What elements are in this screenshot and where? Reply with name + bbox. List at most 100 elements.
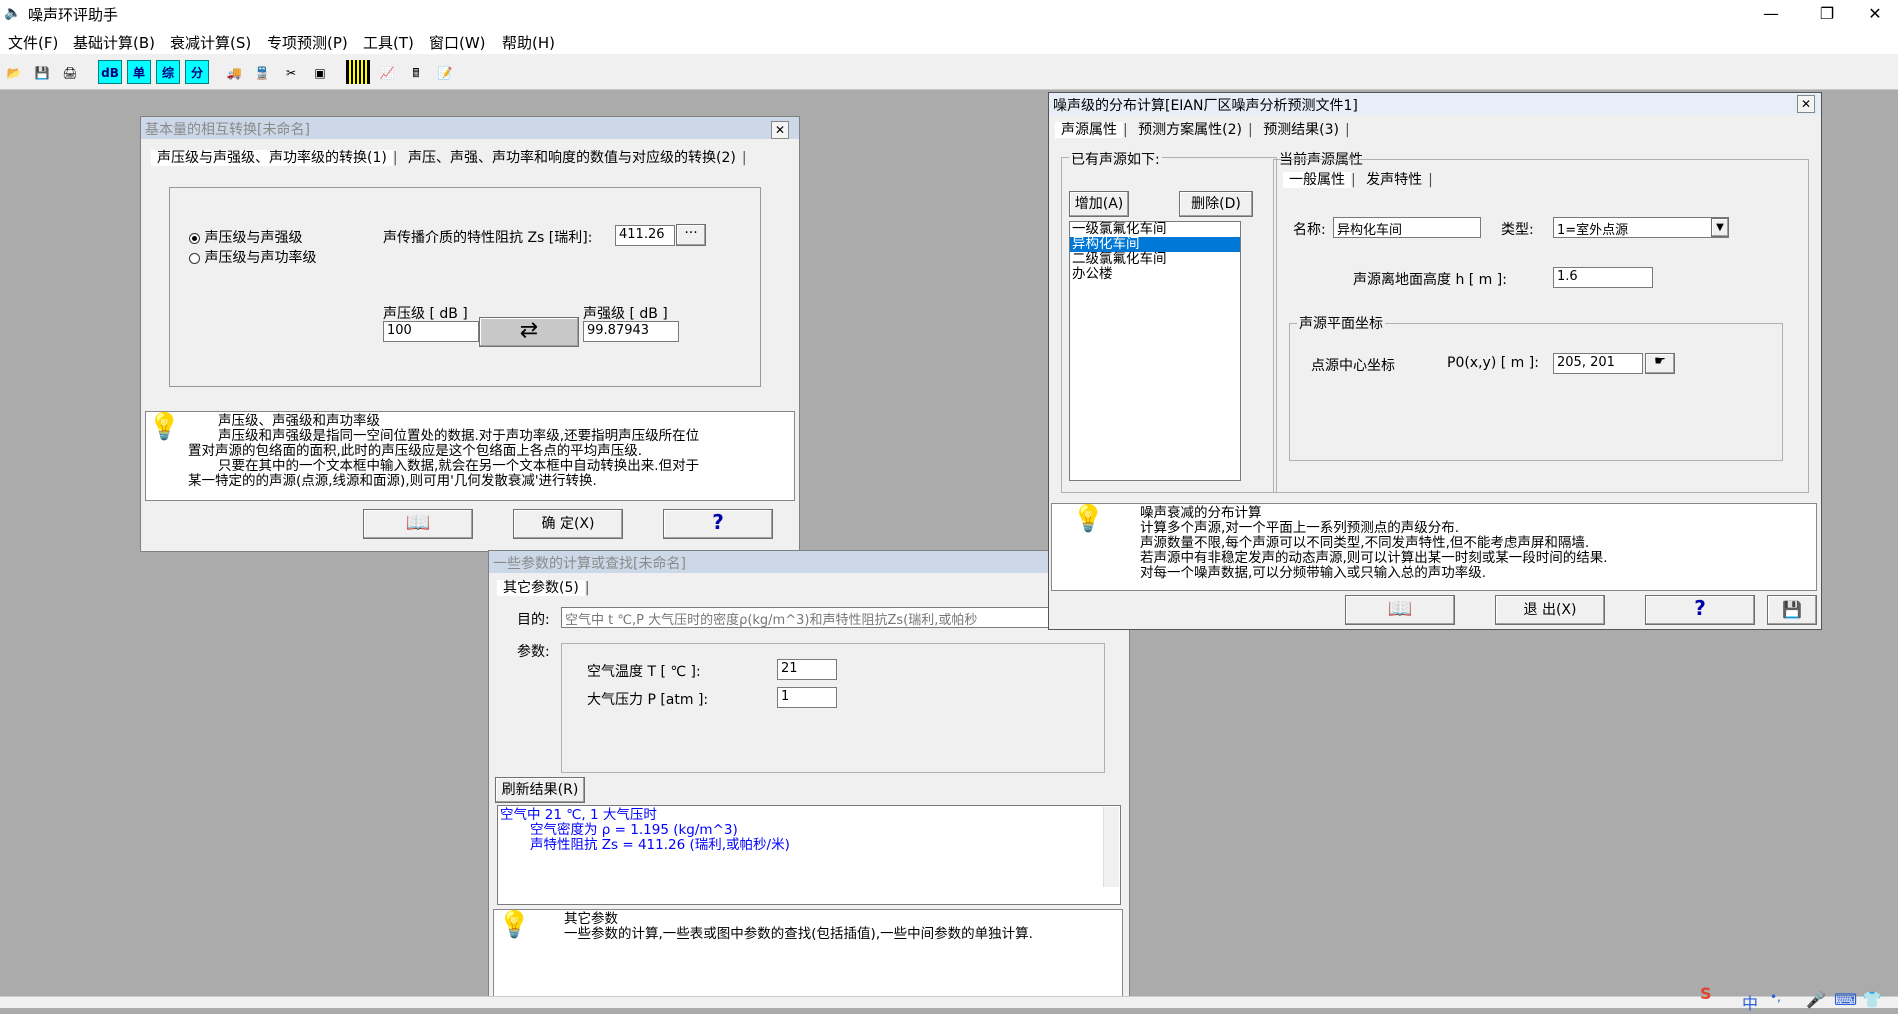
- refresh-button[interactable]: 刷新结果(R): [495, 777, 585, 803]
- menu-basic-calc[interactable]: 基础计算(B): [73, 32, 155, 53]
- book-icon[interactable]: 📖: [363, 509, 473, 539]
- exit-button[interactable]: 退 出(X): [1495, 595, 1605, 625]
- book-icon[interactable]: 📖: [1345, 595, 1455, 625]
- hint-line: 计算多个声源,对一个平面上一系列预测点的声级分布.: [1140, 520, 1460, 536]
- source-list[interactable]: 一级氯氟化车间 异构化车间 二级氯氟化车间 办公楼: [1069, 221, 1241, 481]
- calculator-icon[interactable]: 🖩: [404, 60, 428, 84]
- dialog-title: 一些参数的计算或查找[未命名]: [489, 551, 1129, 573]
- list-item[interactable]: 办公楼: [1070, 267, 1240, 282]
- menu-attenuation[interactable]: 衰减计算(S): [170, 32, 251, 53]
- mic-icon[interactable]: 🎤: [1806, 990, 1826, 1009]
- close-button[interactable]: ✕: [1852, 0, 1898, 28]
- list-item[interactable]: 二级氯氟化车间: [1070, 252, 1240, 267]
- help-icon[interactable]: ?: [1645, 595, 1755, 625]
- save-icon[interactable]: 💾: [30, 60, 54, 84]
- menu-file[interactable]: 文件(F): [8, 32, 58, 53]
- height-label: 声源离地面高度 h [ m ]:: [1353, 272, 1507, 288]
- chevron-down-icon[interactable]: ▼: [1711, 218, 1729, 237]
- open-icon[interactable]: 📂: [2, 60, 26, 84]
- impedance-field[interactable]: 411.26: [615, 225, 675, 246]
- coord-group-label: 声源平面坐标: [1297, 313, 1385, 333]
- tab-sound-character[interactable]: 发声特性: [1360, 172, 1428, 188]
- hint-line: 对每一个噪声数据,可以分频带输入或只输入总的声功率级.: [1140, 565, 1487, 581]
- menu-special[interactable]: 专项预测(P): [267, 32, 348, 53]
- result-line: 空气密度为 ρ = 1.195 (kg/m^3): [530, 822, 738, 838]
- tab-other-params[interactable]: 其它参数(5): [497, 580, 585, 596]
- train-icon[interactable]: 🚆: [250, 60, 274, 84]
- restore-button[interactable]: ❐: [1804, 0, 1850, 28]
- list-item[interactable]: 异构化车间: [1070, 237, 1240, 252]
- grid-icon[interactable]: [346, 60, 370, 84]
- tab-general[interactable]: 一般属性: [1283, 172, 1351, 188]
- type-label: 类型:: [1501, 222, 1534, 238]
- purpose-field: 空气中 t ℃,P 大气压时的密度ρ(kg/m^3)和声特性阻抗Zs(瑞利,或帕…: [561, 607, 1121, 628]
- tab-numeric-level[interactable]: 声压、声强、声功率和响度的数值与对应级的转换(2): [402, 150, 742, 166]
- title-bar: 🔈 噪声环评助手 — ❐ ✕: [0, 0, 1898, 28]
- punct-icon[interactable]: •,: [1770, 990, 1781, 1004]
- split-button[interactable]: 分: [185, 60, 209, 84]
- type-select[interactable]: 1=室外点源: [1553, 217, 1729, 238]
- tab-spl-sil[interactable]: 声压级与声强级、声功率级的转换(1): [151, 150, 393, 166]
- sogou-icon[interactable]: S: [1700, 984, 1712, 1003]
- truck-icon[interactable]: 🚚: [222, 60, 246, 84]
- menu-help[interactable]: 帮助(H): [502, 32, 555, 53]
- toolbar: 📂 💾 🖨 dB 单 综 分 🚚 🚆 ✂ ▣ 📈 🖩 📝: [0, 54, 1898, 90]
- shirt-icon[interactable]: 👕: [1862, 990, 1882, 1009]
- combined-button[interactable]: 综: [156, 60, 180, 84]
- notepad-icon[interactable]: 📝: [433, 60, 457, 84]
- ok-button[interactable]: 确 定(X): [513, 509, 623, 539]
- hint-line: 声源数量不限,每个声源可以不同类型,不同发声特性,但不能考虑声屏和隔墙.: [1140, 535, 1590, 551]
- menu-tools[interactable]: 工具(T): [363, 32, 414, 53]
- close-icon[interactable]: ✕: [1797, 95, 1815, 113]
- spl-field[interactable]: 100: [383, 321, 479, 342]
- radio-spl-sil[interactable]: 声压级与声强级: [189, 227, 302, 247]
- delete-source-button[interactable]: 删除(D): [1179, 191, 1253, 217]
- db-button[interactable]: dB: [98, 60, 122, 84]
- ime-mode[interactable]: 中: [1742, 990, 1758, 1014]
- coord-field[interactable]: 205, 201: [1553, 353, 1643, 374]
- chart-icon[interactable]: ▣: [308, 60, 332, 84]
- name-label: 名称:: [1293, 222, 1326, 238]
- hand-pointer-icon[interactable]: ☛: [1645, 353, 1675, 374]
- close-icon[interactable]: ✕: [771, 121, 789, 139]
- print-icon[interactable]: 🖨: [58, 60, 82, 84]
- hint-line: 噪声衰减的分布计算: [1140, 505, 1262, 521]
- result-line: 空气中 21 ℃, 1 大气压时: [500, 807, 657, 823]
- pressure-field[interactable]: 1: [777, 687, 837, 708]
- add-source-button[interactable]: 增加(A): [1069, 191, 1129, 217]
- line-chart-icon[interactable]: 📈: [375, 60, 399, 84]
- name-field[interactable]: 异构化车间: [1333, 217, 1481, 238]
- sil-field[interactable]: 99.87943: [583, 321, 679, 342]
- result-box: 空气中 21 ℃, 1 大气压时 空气密度为 ρ = 1.195 (kg/m^3…: [497, 805, 1121, 905]
- hint-line: 置对声源的包络面的面积,此时的声压级应是这个包络面上各点的平均声压级.: [188, 443, 643, 459]
- lightbulb-icon: 💡: [1072, 504, 1105, 534]
- convert-arrows-icon[interactable]: ⇄: [479, 317, 579, 347]
- minimize-button[interactable]: —: [1748, 0, 1794, 28]
- hint-panel: 💡 其它参数 一些参数的计算,一些表或图中参数的查找(包括插值),一些中间参数的…: [493, 909, 1123, 1005]
- hint-panel: 💡 噪声衰减的分布计算 计算多个声源,对一个平面上一系列预测点的声级分布. 声源…: [1051, 503, 1817, 591]
- impedance-label: 声传播介质的特性阻抗 Zs [瑞利]:: [383, 230, 593, 246]
- scrollbar[interactable]: [1103, 807, 1119, 887]
- height-field[interactable]: 1.6: [1553, 267, 1653, 288]
- scissors-icon[interactable]: ✂: [279, 60, 303, 84]
- keyboard-icon[interactable]: ⌨: [1834, 990, 1857, 1009]
- list-item[interactable]: 一级氯氟化车间: [1070, 222, 1240, 237]
- radio-spl-swl[interactable]: 声压级与声功率级: [189, 247, 316, 267]
- tab-results[interactable]: 预测结果(3): [1257, 122, 1345, 138]
- menu-window[interactable]: 窗口(W): [429, 32, 486, 53]
- tab-source-props[interactable]: 声源属性: [1055, 122, 1123, 138]
- temp-field[interactable]: 21: [777, 659, 837, 680]
- tab-scheme-props[interactable]: 预测方案属性(2): [1132, 122, 1248, 138]
- hint-line: 声压级和声强级是指同一空间位置处的数据.对于声功率级,还要指明声压级所在位: [218, 428, 700, 444]
- dialog-title: 基本量的相互转换[未命名]: [141, 117, 799, 139]
- coord-group: [1289, 323, 1783, 461]
- hint-line: 某一特定的的声源(点源,线源和面源),则可用'几何发散衰减'进行转换.: [188, 473, 597, 489]
- help-icon[interactable]: ?: [663, 509, 773, 539]
- browse-button[interactable]: ···: [676, 224, 706, 246]
- save-icon[interactable]: 💾: [1767, 595, 1817, 625]
- temp-label: 空气温度 T [ ℃ ]:: [587, 664, 701, 680]
- params-label: 参数:: [517, 644, 550, 660]
- single-button[interactable]: 单: [127, 60, 151, 84]
- sources-group-label: 已有声源如下:: [1069, 149, 1162, 169]
- hint-line: 只要在其中的一个文本框中输入数据,就会在另一个文本框中自动转换出来.但对于: [218, 458, 700, 474]
